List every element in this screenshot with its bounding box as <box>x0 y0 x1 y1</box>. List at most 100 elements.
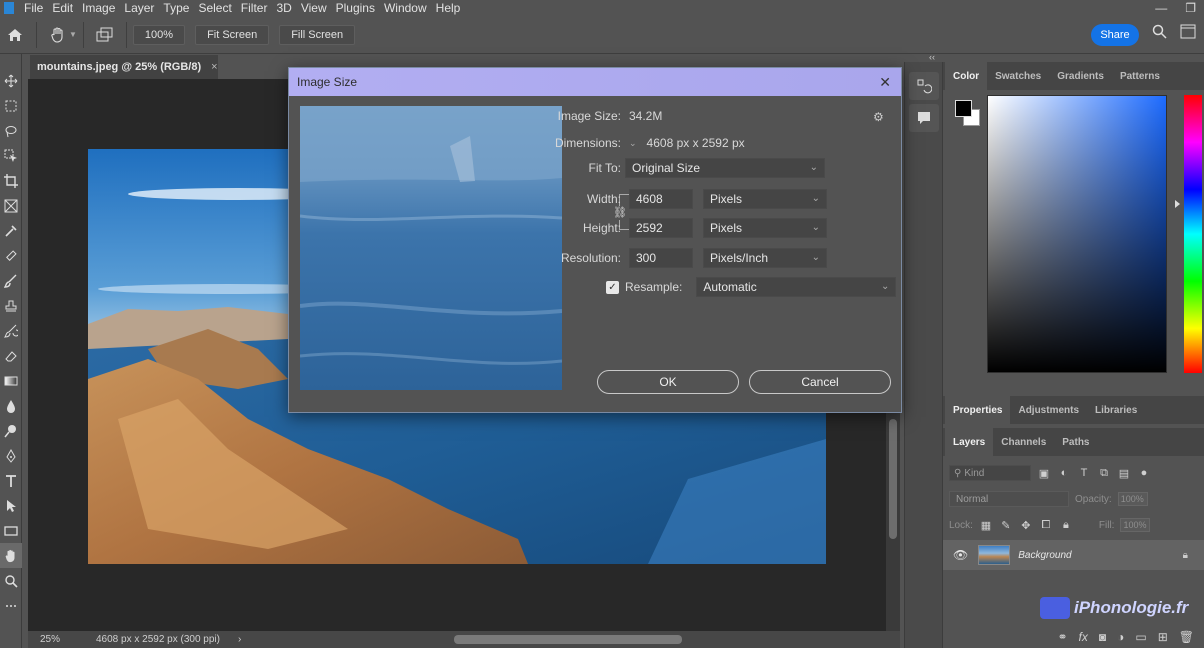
tools-collapse-icon[interactable] <box>0 54 22 68</box>
search-icon[interactable] <box>1152 24 1167 42</box>
adjustment-layer-icon[interactable]: ◑ <box>1117 630 1124 644</box>
resample-select[interactable]: Automatic ⌄ <box>696 277 897 297</box>
lock-pixels-icon[interactable]: ✎ <box>999 518 1013 532</box>
path-selection-tool-icon[interactable] <box>0 493 22 518</box>
lock-all-icon[interactable]: 🔒︎ <box>1059 518 1073 532</box>
cancel-button[interactable]: Cancel <box>749 370 891 394</box>
blend-mode-select[interactable]: Normal <box>949 491 1069 507</box>
rectangle-tool-icon[interactable] <box>0 518 22 543</box>
zoom-tool-icon[interactable] <box>0 568 22 593</box>
ok-button[interactable]: OK <box>597 370 739 394</box>
minimize-icon[interactable]: — <box>1155 1 1167 15</box>
color-picker-field[interactable] <box>987 95 1167 373</box>
fill-screen-button[interactable]: Fill Screen <box>279 24 356 45</box>
folder-icon[interactable]: ▭ <box>1135 630 1146 644</box>
status-menu-icon[interactable]: › <box>238 634 241 645</box>
marquee-tool-icon[interactable] <box>0 93 22 118</box>
brush-tool-icon[interactable] <box>0 268 22 293</box>
gear-icon[interactable]: ⚙ <box>873 110 884 124</box>
hue-slider[interactable] <box>1184 95 1202 373</box>
close-tab-icon[interactable]: × <box>211 61 217 73</box>
link-layers-icon[interactable]: ⚭ <box>1057 630 1067 644</box>
share-button[interactable]: Share <box>1091 24 1139 46</box>
new-layer-icon[interactable]: ⊞ <box>1158 630 1168 644</box>
opacity-value[interactable]: 100% <box>1117 492 1148 506</box>
filter-shape-icon[interactable]: ⧉ <box>1097 466 1111 480</box>
layer-name[interactable]: Background <box>1018 550 1071 561</box>
healing-brush-tool-icon[interactable] <box>0 243 22 268</box>
object-selection-tool-icon[interactable] <box>0 143 22 168</box>
vertical-scroll-thumb[interactable] <box>889 419 897 539</box>
type-tool-icon[interactable] <box>0 468 22 493</box>
trash-icon[interactable]: 🗑︎ <box>1179 630 1194 644</box>
menu-layer[interactable]: Layer <box>124 1 161 15</box>
menu-image[interactable]: Image <box>82 1 122 15</box>
menu-file[interactable]: File <box>24 1 50 15</box>
tab-layers[interactable]: Layers <box>945 428 994 456</box>
height-input[interactable]: 2592 <box>629 218 693 238</box>
width-input[interactable]: 4608 <box>629 189 693 209</box>
lock-transparent-icon[interactable]: ▦ <box>979 518 993 532</box>
more-tools-icon[interactable] <box>0 593 22 618</box>
horizontal-scroll-thumb[interactable] <box>454 635 682 644</box>
menu-filter[interactable]: Filter <box>241 1 275 15</box>
filter-pixel-icon[interactable]: ▣ <box>1037 466 1051 480</box>
eye-icon[interactable]: 👁︎ <box>953 548 968 562</box>
lock-icon[interactable]: 🔒︎ <box>1183 550 1188 561</box>
zoom-level[interactable]: 25% <box>40 634 90 645</box>
tab-adjustments[interactable]: Adjustments <box>1010 396 1087 424</box>
filter-toggle-icon[interactable]: ● <box>1137 466 1151 480</box>
tab-patterns[interactable]: Patterns <box>1112 62 1168 90</box>
resolution-unit-select[interactable]: Pixels/Inch ⌄ <box>703 248 827 268</box>
menu-type[interactable]: Type <box>163 1 196 15</box>
frame-tool-icon[interactable] <box>0 193 22 218</box>
pen-tool-icon[interactable] <box>0 443 22 468</box>
tab-paths[interactable]: Paths <box>1054 428 1097 456</box>
height-unit-select[interactable]: Pixels ⌄ <box>703 218 827 238</box>
menu-help[interactable]: Help <box>436 1 468 15</box>
tab-libraries[interactable]: Libraries <box>1087 396 1145 424</box>
restore-icon[interactable]: ❐ <box>1185 1 1196 15</box>
lock-artboard-icon[interactable]: ⧠ <box>1039 518 1053 532</box>
eraser-tool-icon[interactable] <box>0 343 22 368</box>
filter-smart-object-icon[interactable]: ▤ <box>1117 466 1131 480</box>
menu-plugins[interactable]: Plugins <box>336 1 382 15</box>
gradient-tool-icon[interactable] <box>0 368 22 393</box>
tab-gradients[interactable]: Gradients <box>1049 62 1112 90</box>
tab-properties[interactable]: Properties <box>945 396 1011 424</box>
resolution-input[interactable]: 300 <box>629 248 693 268</box>
chevron-down-icon[interactable]: ▼ <box>69 30 77 39</box>
hand-tool-icon[interactable] <box>0 543 22 568</box>
tab-channels[interactable]: Channels <box>993 428 1054 456</box>
move-tool-icon[interactable] <box>0 68 22 93</box>
menu-3d[interactable]: 3D <box>276 1 298 15</box>
layer-kind-filter[interactable]: ⚲ Kind <box>949 465 1031 481</box>
menu-edit[interactable]: Edit <box>52 1 80 15</box>
crop-tool-icon[interactable] <box>0 168 22 193</box>
menu-window[interactable]: Window <box>384 1 434 15</box>
foreground-color-swatch[interactable] <box>955 100 972 117</box>
scroll-all-windows-icon[interactable] <box>90 20 120 50</box>
comments-panel-icon[interactable] <box>908 104 939 132</box>
dialog-title-bar[interactable]: Image Size ✕ <box>289 68 901 96</box>
home-icon[interactable] <box>0 20 30 50</box>
menu-select[interactable]: Select <box>198 1 238 15</box>
document-tab[interactable]: mountains.jpeg @ 25% (RGB/8) × <box>30 55 218 79</box>
eyedropper-tool-icon[interactable] <box>0 218 22 243</box>
fit-screen-button[interactable]: Fit Screen <box>195 24 270 45</box>
lock-position-icon[interactable]: ✥ <box>1019 518 1033 532</box>
fx-icon[interactable]: fx <box>1079 630 1088 644</box>
filter-type-icon[interactable]: T <box>1077 466 1091 480</box>
tab-color[interactable]: Color <box>945 62 988 90</box>
fill-value[interactable]: 100% <box>1120 518 1151 532</box>
hue-slider-handle[interactable] <box>1175 200 1180 208</box>
fit-to-select[interactable]: Original Size ⌄ <box>625 158 825 178</box>
dodge-tool-icon[interactable] <box>0 418 22 443</box>
tab-swatches[interactable]: Swatches <box>987 62 1049 90</box>
lasso-tool-icon[interactable] <box>0 118 22 143</box>
layer-row[interactable]: 👁︎ Background 🔒︎ <box>943 540 1204 570</box>
menu-view[interactable]: View <box>301 1 334 15</box>
zoom-100-button[interactable]: 100% <box>132 24 186 45</box>
width-unit-select[interactable]: Pixels ⌄ <box>703 189 827 209</box>
clone-stamp-tool-icon[interactable] <box>0 293 22 318</box>
